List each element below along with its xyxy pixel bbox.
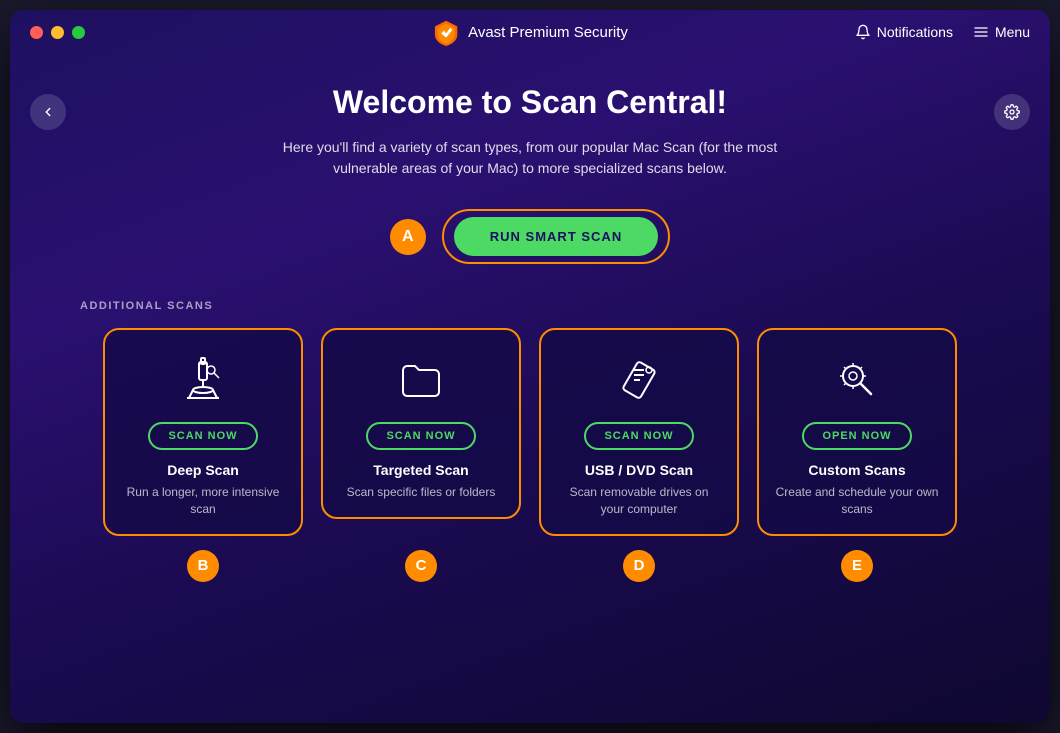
- avast-logo-icon: [432, 18, 460, 46]
- menu-button[interactable]: Menu: [973, 24, 1030, 40]
- hamburger-icon: [973, 24, 989, 40]
- targeted-scan-card: SCAN NOW Targeted Scan Scan specific fil…: [321, 328, 521, 519]
- scan-cards-row: SCAN NOW Deep Scan Run a longer, more in…: [70, 328, 990, 536]
- smart-scan-oval: RUN SMART SCAN: [442, 209, 670, 264]
- usb-dvd-scan-button[interactable]: SCAN NOW: [584, 422, 693, 450]
- badge-d: D: [623, 550, 655, 582]
- targeted-scan-title: Targeted Scan: [373, 462, 468, 478]
- badge-b: B: [187, 550, 219, 582]
- targeted-scan-card-wrapper: SCAN NOW Targeted Scan Scan specific fil…: [321, 328, 521, 536]
- title-bar: Avast Premium Security Notifications Men…: [10, 10, 1050, 54]
- custom-scans-title: Custom Scans: [808, 462, 905, 478]
- main-content: Welcome to Scan Central! Here you'll fin…: [10, 54, 1050, 723]
- traffic-lights: [30, 26, 85, 39]
- notifications-label: Notifications: [877, 24, 953, 40]
- bell-icon: [855, 24, 871, 40]
- title-right: Notifications Menu: [855, 24, 1030, 40]
- targeted-scan-button[interactable]: SCAN NOW: [366, 422, 475, 450]
- custom-scans-card-wrapper: OPEN NOW Custom Scans Create and schedul…: [757, 328, 957, 536]
- badge-a: A: [390, 219, 426, 255]
- folder-icon: [397, 356, 445, 404]
- usb-dvd-scan-card: SCAN NOW USB / DVD Scan Scan removable d…: [539, 328, 739, 536]
- usb-dvd-scan-card-wrapper: SCAN NOW USB / DVD Scan Scan removable d…: [539, 328, 739, 536]
- custom-scans-card: OPEN NOW Custom Scans Create and schedul…: [757, 328, 957, 536]
- app-title-center: Avast Premium Security: [432, 18, 628, 46]
- targeted-scan-desc: Scan specific files or folders: [347, 484, 496, 501]
- page-heading: Welcome to Scan Central!: [333, 84, 727, 121]
- custom-scans-desc: Create and schedule your own scans: [775, 484, 939, 518]
- custom-scan-gear-search-icon: [833, 356, 881, 404]
- page-subtitle: Here you'll find a variety of scan types…: [250, 137, 810, 179]
- notifications-button[interactable]: Notifications: [855, 24, 953, 40]
- run-smart-scan-button[interactable]: RUN SMART SCAN: [454, 217, 658, 256]
- deep-scan-card: SCAN NOW Deep Scan Run a longer, more in…: [103, 328, 303, 536]
- usb-dvd-scan-desc: Scan removable drives on your computer: [557, 484, 721, 518]
- close-button[interactable]: [30, 26, 43, 39]
- maximize-button[interactable]: [72, 26, 85, 39]
- deep-scan-title: Deep Scan: [167, 462, 239, 478]
- back-button[interactable]: [30, 94, 66, 130]
- usb-dvd-scan-title: USB / DVD Scan: [585, 462, 693, 478]
- usb-icon: [615, 356, 663, 404]
- scan-cards-wrapper: SCAN NOW Deep Scan Run a longer, more in…: [70, 328, 990, 536]
- settings-button[interactable]: [994, 94, 1030, 130]
- chevron-left-icon: [41, 105, 55, 119]
- usb-dvd-scan-icon: [611, 352, 667, 408]
- additional-scans-label: ADDITIONAL SCANS: [80, 300, 213, 312]
- gear-icon: [1004, 104, 1020, 120]
- smart-scan-row: A RUN SMART SCAN: [390, 209, 670, 264]
- app-title-text: Avast Premium Security: [468, 24, 628, 41]
- deep-scan-button[interactable]: SCAN NOW: [148, 422, 257, 450]
- badge-e: E: [841, 550, 873, 582]
- deep-scan-desc: Run a longer, more intensive scan: [121, 484, 285, 518]
- menu-label: Menu: [995, 24, 1030, 40]
- deep-scan-icon: [175, 352, 231, 408]
- deep-scan-card-wrapper: SCAN NOW Deep Scan Run a longer, more in…: [103, 328, 303, 536]
- custom-scans-icon: [829, 352, 885, 408]
- minimize-button[interactable]: [51, 26, 64, 39]
- targeted-scan-icon: [393, 352, 449, 408]
- custom-scans-button[interactable]: OPEN NOW: [802, 422, 911, 450]
- microscope-icon: [179, 356, 227, 404]
- app-window: Avast Premium Security Notifications Men…: [10, 10, 1050, 723]
- badge-c: C: [405, 550, 437, 582]
